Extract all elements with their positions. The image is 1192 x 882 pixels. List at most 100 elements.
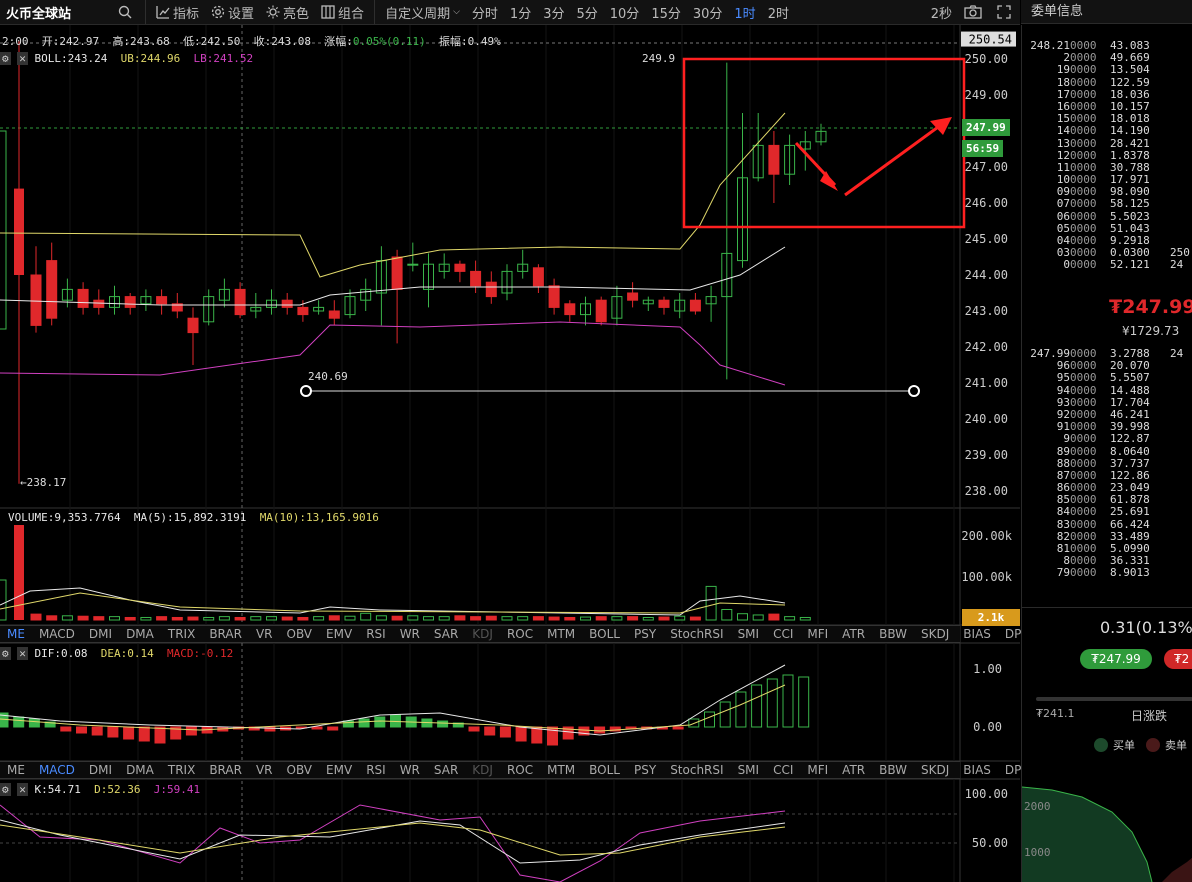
close-mini-icon[interactable]: ✕ bbox=[17, 647, 28, 660]
settings-mini-icon[interactable]: ⚙ bbox=[0, 783, 11, 796]
orderbook-row[interactable]: 130000 28.421 bbox=[1022, 137, 1192, 150]
orderbook-row[interactable]: 060000 5.5023 bbox=[1022, 210, 1192, 223]
indicator-tab-psy[interactable]: PSY bbox=[627, 627, 663, 641]
indicator-tab-obv[interactable]: OBV bbox=[280, 627, 320, 641]
orderbook-row[interactable]: 920000 46.241 bbox=[1022, 408, 1192, 421]
period-1[interactable]: 1分 bbox=[504, 3, 537, 22]
settings-mini-icon[interactable]: ⚙ bbox=[0, 52, 11, 65]
orderbook-row[interactable]: 030000 0.0300 250 bbox=[1022, 246, 1192, 259]
orderbook-row[interactable]: 940000 14.488 bbox=[1022, 384, 1192, 397]
indicator-tab-smi[interactable]: SMI bbox=[731, 627, 767, 641]
indicator-tab-psy[interactable]: PSY bbox=[627, 763, 663, 777]
orderbook-row[interactable]: 790000 8.9013 bbox=[1022, 567, 1192, 579]
indicator-tab-macd[interactable]: MACD bbox=[32, 763, 82, 777]
indicator-tab-bias[interactable]: BIAS bbox=[956, 763, 998, 777]
period-7[interactable]: 1时 bbox=[728, 3, 761, 22]
orderbook-row[interactable]: 120000 1.8378 bbox=[1022, 149, 1192, 162]
orderbook-row[interactable]: 247.990000 3.2788 24 bbox=[1022, 347, 1192, 360]
indicator-tab-mfi[interactable]: MFI bbox=[800, 627, 835, 641]
indicator-tab-mtm[interactable]: MTM bbox=[540, 627, 582, 641]
orderbook-row[interactable]: 80000 36.331 bbox=[1022, 554, 1192, 567]
screenshot-button[interactable] bbox=[958, 5, 991, 19]
orderbook-row[interactable]: 90000 122.87 bbox=[1022, 433, 1192, 445]
indicator-tab-obv[interactable]: OBV bbox=[280, 763, 320, 777]
indicator-tab-kdj[interactable]: KDJ bbox=[465, 627, 500, 641]
orderbook-row[interactable]: 248.210000 43.083 bbox=[1022, 39, 1192, 52]
indicator-tab-bias[interactable]: BIAS bbox=[956, 627, 998, 641]
orderbook-row[interactable]: 890000 8.0640 bbox=[1022, 445, 1192, 458]
indicator-tab-mfi[interactable]: MFI bbox=[800, 763, 835, 777]
indicator-tab-cci[interactable]: CCI bbox=[766, 763, 800, 777]
orderbook-row[interactable]: 840000 25.691 bbox=[1022, 506, 1192, 518]
orderbook-row[interactable]: 180000 122.59 bbox=[1022, 76, 1192, 89]
indicator-tab-stochrsi[interactable]: StochRSI bbox=[663, 763, 730, 777]
indicator-tab-vr[interactable]: VR bbox=[249, 627, 280, 641]
indicator-tab-wr[interactable]: WR bbox=[393, 763, 427, 777]
indicator-tab-mtm[interactable]: MTM bbox=[540, 763, 582, 777]
orderbook-row[interactable]: 950000 5.5507 bbox=[1022, 372, 1192, 384]
combo-button[interactable]: 组合 bbox=[315, 3, 370, 22]
indicator-tab-kdj[interactable]: KDJ bbox=[465, 763, 500, 777]
orderbook-row[interactable]: 880000 37.737 bbox=[1022, 457, 1192, 470]
orderbook-row[interactable]: 050000 51.043 bbox=[1022, 222, 1192, 235]
indicator-tab-vr[interactable]: VR bbox=[249, 763, 280, 777]
orderbook-row[interactable]: 910000 39.998 bbox=[1022, 420, 1192, 433]
orderbook-row[interactable]: 820000 33.489 bbox=[1022, 530, 1192, 543]
orderbook-row[interactable]: 160000 10.157 bbox=[1022, 100, 1192, 113]
close-mini-icon[interactable]: ✕ bbox=[17, 52, 28, 65]
indicator-tab-smi[interactable]: SMI bbox=[731, 763, 767, 777]
settings-button[interactable]: 设置 bbox=[205, 3, 260, 22]
indicator-tab-sar[interactable]: SAR bbox=[427, 763, 465, 777]
candlestick-chart[interactable]: 250.54250.00249.00248.00247.00246.00245.… bbox=[0, 25, 1020, 882]
period-5[interactable]: 15分 bbox=[645, 3, 687, 22]
indicator-tab-skdj[interactable]: SKDJ bbox=[914, 763, 956, 777]
period-4[interactable]: 10分 bbox=[604, 3, 646, 22]
orderbook-row[interactable]: 960000 20.070 bbox=[1022, 359, 1192, 372]
orderbook-row[interactable]: 830000 66.424 bbox=[1022, 518, 1192, 531]
period-0[interactable]: 分时 bbox=[466, 3, 504, 22]
indicator-tab-emv[interactable]: EMV bbox=[319, 627, 359, 641]
indicator-tab-wr[interactable]: WR bbox=[393, 627, 427, 641]
orderbook-row[interactable]: 170000 18.036 bbox=[1022, 88, 1192, 101]
indicator-tab-trix[interactable]: TRIX bbox=[161, 763, 202, 777]
orderbook-row[interactable]: 20000 49.669 bbox=[1022, 51, 1192, 64]
indicator-tab-stochrsi[interactable]: StochRSI bbox=[663, 627, 730, 641]
indicator-tab-skdj[interactable]: SKDJ bbox=[914, 627, 956, 641]
custom-period-dropdown[interactable]: 自定义周期 ⌵ bbox=[379, 3, 466, 22]
refresh-interval[interactable]: 2秒 bbox=[925, 3, 958, 22]
orderbook-row[interactable]: 040000 9.2918 bbox=[1022, 234, 1192, 247]
indicator-tab-brar[interactable]: BRAR bbox=[202, 627, 249, 641]
orderbook-row[interactable]: 150000 18.018 bbox=[1022, 112, 1192, 125]
indicator-tab-me[interactable]: ME bbox=[0, 763, 32, 777]
orderbook-row[interactable]: 190000 13.504 bbox=[1022, 64, 1192, 76]
orderbook-row[interactable]: 070000 58.125 bbox=[1022, 198, 1192, 210]
close-mini-icon[interactable]: ✕ bbox=[17, 783, 28, 796]
indicator-tab-me[interactable]: ME bbox=[0, 627, 32, 641]
sell-price-pill[interactable]: ₮2 bbox=[1164, 649, 1192, 669]
search-button[interactable] bbox=[112, 5, 141, 19]
indicator-tab-dma[interactable]: DMA bbox=[119, 763, 161, 777]
orderbook-row[interactable]: 00000 52.121 24 bbox=[1022, 259, 1192, 271]
indicator-tab-dmi[interactable]: DMI bbox=[82, 627, 119, 641]
period-3[interactable]: 5分 bbox=[570, 3, 603, 22]
indicator-tab-atr[interactable]: ATR bbox=[835, 763, 872, 777]
indicator-tab-sar[interactable]: SAR bbox=[427, 627, 465, 641]
indicator-tab-roc[interactable]: ROC bbox=[500, 763, 540, 777]
indicator-tab-bbw[interactable]: BBW bbox=[872, 763, 914, 777]
indicator-tab-boll[interactable]: BOLL bbox=[582, 763, 627, 777]
fullscreen-button[interactable] bbox=[991, 5, 1020, 19]
orderbook-row[interactable]: 100000 17.971 bbox=[1022, 173, 1192, 186]
indicator-tab-roc[interactable]: ROC bbox=[500, 627, 540, 641]
indicator-tab-rsi[interactable]: RSI bbox=[359, 627, 393, 641]
orderbook-row[interactable]: 930000 17.704 bbox=[1022, 396, 1192, 409]
indicator-tab-cci[interactable]: CCI bbox=[766, 627, 800, 641]
indicator-tab-brar[interactable]: BRAR bbox=[202, 763, 249, 777]
orderbook-row[interactable]: 860000 23.049 bbox=[1022, 481, 1192, 494]
indicator-tab-bbw[interactable]: BBW bbox=[872, 627, 914, 641]
settings-mini-icon[interactable]: ⚙ bbox=[0, 647, 11, 660]
period-6[interactable]: 30分 bbox=[687, 3, 729, 22]
indicator-tab-emv[interactable]: EMV bbox=[319, 763, 359, 777]
orderbook-row[interactable]: 110000 30.788 bbox=[1022, 161, 1192, 174]
indicators-button[interactable]: 指标 bbox=[150, 3, 205, 22]
indicator-tab-atr[interactable]: ATR bbox=[835, 627, 872, 641]
